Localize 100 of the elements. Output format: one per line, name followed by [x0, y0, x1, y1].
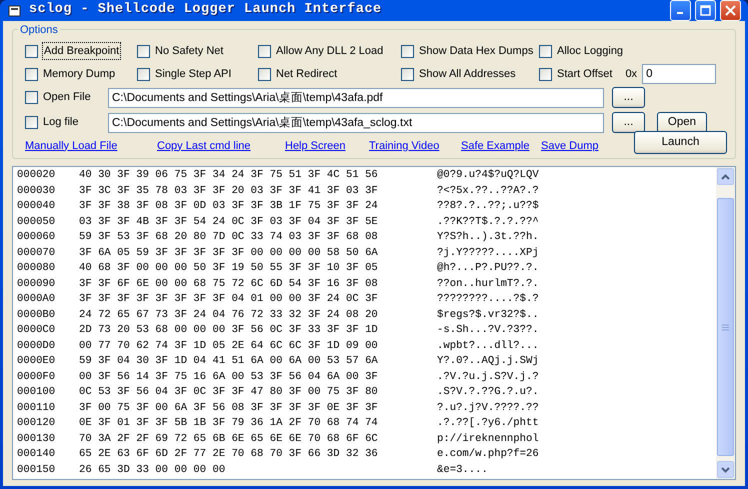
offset-text: 000080 [17, 261, 56, 276]
launch-button[interactable]: Launch [634, 131, 727, 154]
checkbox-label[interactable]: Show All Addresses [419, 66, 516, 82]
ascii-text: ??on..hurlmT?.?. [437, 276, 539, 292]
offset-text: 000140 [17, 447, 56, 462]
ascii-text: p://ireknennphol [437, 432, 539, 446]
ascii-text: Y?.0?..AQj.j.SWj [437, 354, 539, 369]
hex-bytes: 24 72 65 67 73 3F 24 04 76 72 33 32 3F 24 08 20 [79, 308, 379, 322]
ascii-text: Y?S?h..).3t.??h. [437, 230, 539, 245]
hex-bytes: 26 65 3D 33 00 00 00 00 [79, 462, 226, 478]
ascii-text: ??8?.?..??;.u??$ [437, 199, 539, 214]
scrollbar-thumb[interactable] [717, 198, 734, 456]
ascii-text: .??K??T$.?.?.??^ [437, 214, 539, 230]
checkbox-label[interactable]: Log file [43, 114, 78, 131]
checkbox[interactable] [25, 68, 38, 80]
hex-bytes: 3F 6A 05 59 3F 3F 3F 3F 3F 00 00 00 00 58 50 6A [79, 246, 379, 260]
checkbox-label[interactable]: Net Redirect [276, 66, 338, 82]
hex-bytes: 70 3A 2F 2F 69 72 65 6B 6E 65 6E 6E 70 68 6F 6C [79, 432, 379, 446]
link[interactable]: Copy Last cmd line [157, 140, 251, 152]
ascii-text: ????????....?$.? [437, 292, 539, 307]
ascii-text: &e=3.... [437, 462, 488, 478]
checkbox[interactable] [258, 68, 271, 80]
hex-bytes: 00 77 70 62 74 3F 1D 05 2E 64 6C 6C 3F 1D 09 00 [79, 338, 379, 354]
checkbox-label[interactable]: Open File [43, 89, 91, 106]
checkbox-label[interactable]: Alloc Logging [557, 42, 624, 60]
path-field[interactable]: C:\Documents and Settings\Aria\桌面\temp\43afa_sclog.txt [108, 112, 604, 132]
checkbox[interactable] [137, 44, 150, 58]
offset-text: 000050 [17, 214, 56, 230]
hex-bytes: 59 3F 53 3F 68 20 80 7D 0C 33 74 03 3F 3F 68 08 [79, 230, 379, 245]
hex-bytes: 3F 3F 3F 3F 3F 3F 3F 3F 04 01 00 00 3F 24 0C 3F [79, 292, 379, 307]
path-field[interactable]: C:\Documents and Settings\Aria\桌面\temp\43afa.pdf [108, 88, 604, 108]
link[interactable]: Manually Load File [25, 140, 118, 152]
ascii-text: $regs?$.vr32?$.. [437, 308, 539, 322]
browse-button[interactable]: ... [612, 87, 645, 108]
offset-text: 000120 [17, 416, 56, 431]
browse-button[interactable]: ... [612, 112, 645, 133]
hex-bytes: 40 30 3F 39 06 75 3F 34 24 3F 75 51 3F 4C 51 56 [79, 168, 379, 183]
ascii-text: ?<?5x.??..??A?.? [437, 184, 539, 198]
offset-text: 0000C0 [17, 323, 56, 338]
offset-text: 000030 [17, 184, 56, 198]
checkbox[interactable] [401, 44, 414, 58]
hex-prefix-label: 0x [625, 66, 638, 82]
offset-text: 0000D0 [17, 338, 56, 354]
maximize-button[interactable] [695, 0, 716, 21]
ascii-text: .wpbt?...dll?... [437, 338, 539, 354]
checkbox[interactable] [137, 68, 150, 80]
hex-bytes: 00 3F 56 14 3F 75 16 6A 00 53 3F 56 04 6A 00 3F [79, 370, 379, 384]
offset-field[interactable]: 0 [642, 64, 716, 84]
hex-bytes: 3F 3F 6F 6E 00 00 68 75 72 6C 6D 54 3F 16 3F 08 [79, 276, 379, 292]
checkbox-label[interactable]: No Safety Net [155, 42, 224, 60]
offset-text: 0000E0 [17, 354, 56, 369]
link[interactable]: Help Screen [285, 140, 346, 152]
ascii-text: ?j.Y?????....XPj [437, 246, 539, 260]
hex-bytes: 40 68 3F 00 00 00 50 3F 19 50 55 3F 3F 10 3F 05 [79, 261, 379, 276]
checkbox[interactable] [25, 116, 38, 129]
offset-text: 000100 [17, 385, 56, 400]
checkbox[interactable] [539, 68, 552, 80]
hex-bytes: 3F 00 75 3F 00 6A 3F 56 08 3F 3F 3F 3F 0E 3F 3F [79, 400, 379, 416]
link[interactable]: Save Dump [541, 140, 598, 152]
checkbox[interactable] [25, 91, 38, 104]
link[interactable]: Training Video [369, 140, 440, 152]
ascii-text: -s.Sh...?V.?3??. [437, 323, 539, 338]
ascii-text: e.com/w.php?f=26 [437, 447, 539, 462]
hex-bytes: 59 3F 04 30 3F 1D 04 41 51 6A 00 6A 00 53 57 6A [79, 354, 379, 369]
close-icon [725, 5, 736, 16]
hex-bytes: 0C 53 3F 56 04 3F 0C 3F 3F 47 80 3F 00 75 3F 80 [79, 385, 379, 400]
open-button[interactable]: Open [657, 112, 707, 133]
ascii-text: .?.??[.?y6./phtt [437, 416, 539, 431]
scroll-down-button[interactable] [717, 461, 734, 478]
offset-text: 000020 [17, 168, 56, 183]
hex-bytes: 2D 73 20 53 68 00 00 00 3F 56 0C 3F 33 3F 3F 1D [79, 323, 379, 338]
offset-text: 0000A0 [17, 292, 56, 307]
app-icon [7, 2, 23, 18]
scroll-up-button[interactable] [717, 168, 734, 185]
offset-text: 000150 [17, 462, 56, 478]
minimize-button[interactable] [670, 0, 691, 21]
offset-text: 000060 [17, 230, 56, 245]
group-title: Options [18, 22, 60, 38]
checkbox[interactable] [539, 44, 552, 58]
hex-bytes: 3F 3C 3F 35 78 03 3F 3F 20 03 3F 3F 41 3F 03 3F [79, 184, 379, 198]
link[interactable]: Safe Example [461, 140, 530, 152]
checkbox[interactable] [401, 68, 414, 80]
ascii-text: .S?V.?.??G.?.u?. [437, 385, 539, 400]
checkbox[interactable] [25, 44, 38, 58]
checkbox-label[interactable]: Add Breakpoint [43, 42, 120, 60]
checkbox-label[interactable]: Memory Dump [43, 66, 116, 82]
checkbox-label[interactable]: Show Data Hex Dumps [419, 42, 534, 60]
ascii-text: @h?...P?.PU??.?. [437, 261, 539, 276]
ascii-text: @0?9.u?4$?uQ?LQV [437, 168, 539, 183]
checkbox-label[interactable]: Single Step API [155, 66, 232, 82]
offset-text: 000130 [17, 432, 56, 446]
close-button[interactable] [720, 0, 741, 21]
window-title: sclog - Shellcode Logger Launch Interface [29, 1, 382, 20]
checkbox-label[interactable]: Start Offset [557, 66, 612, 82]
maximize-icon [700, 5, 711, 16]
checkbox-label[interactable]: Allow Any DLL 2 Load [276, 42, 384, 60]
hex-bytes: 0E 3F 01 3F 3F 5B 1B 3F 79 36 1A 2F 70 68 74 74 [79, 416, 379, 431]
offset-text: 000040 [17, 199, 56, 214]
checkbox[interactable] [258, 44, 271, 58]
ascii-text: ?.u?.j?V.????.?? [437, 400, 539, 416]
